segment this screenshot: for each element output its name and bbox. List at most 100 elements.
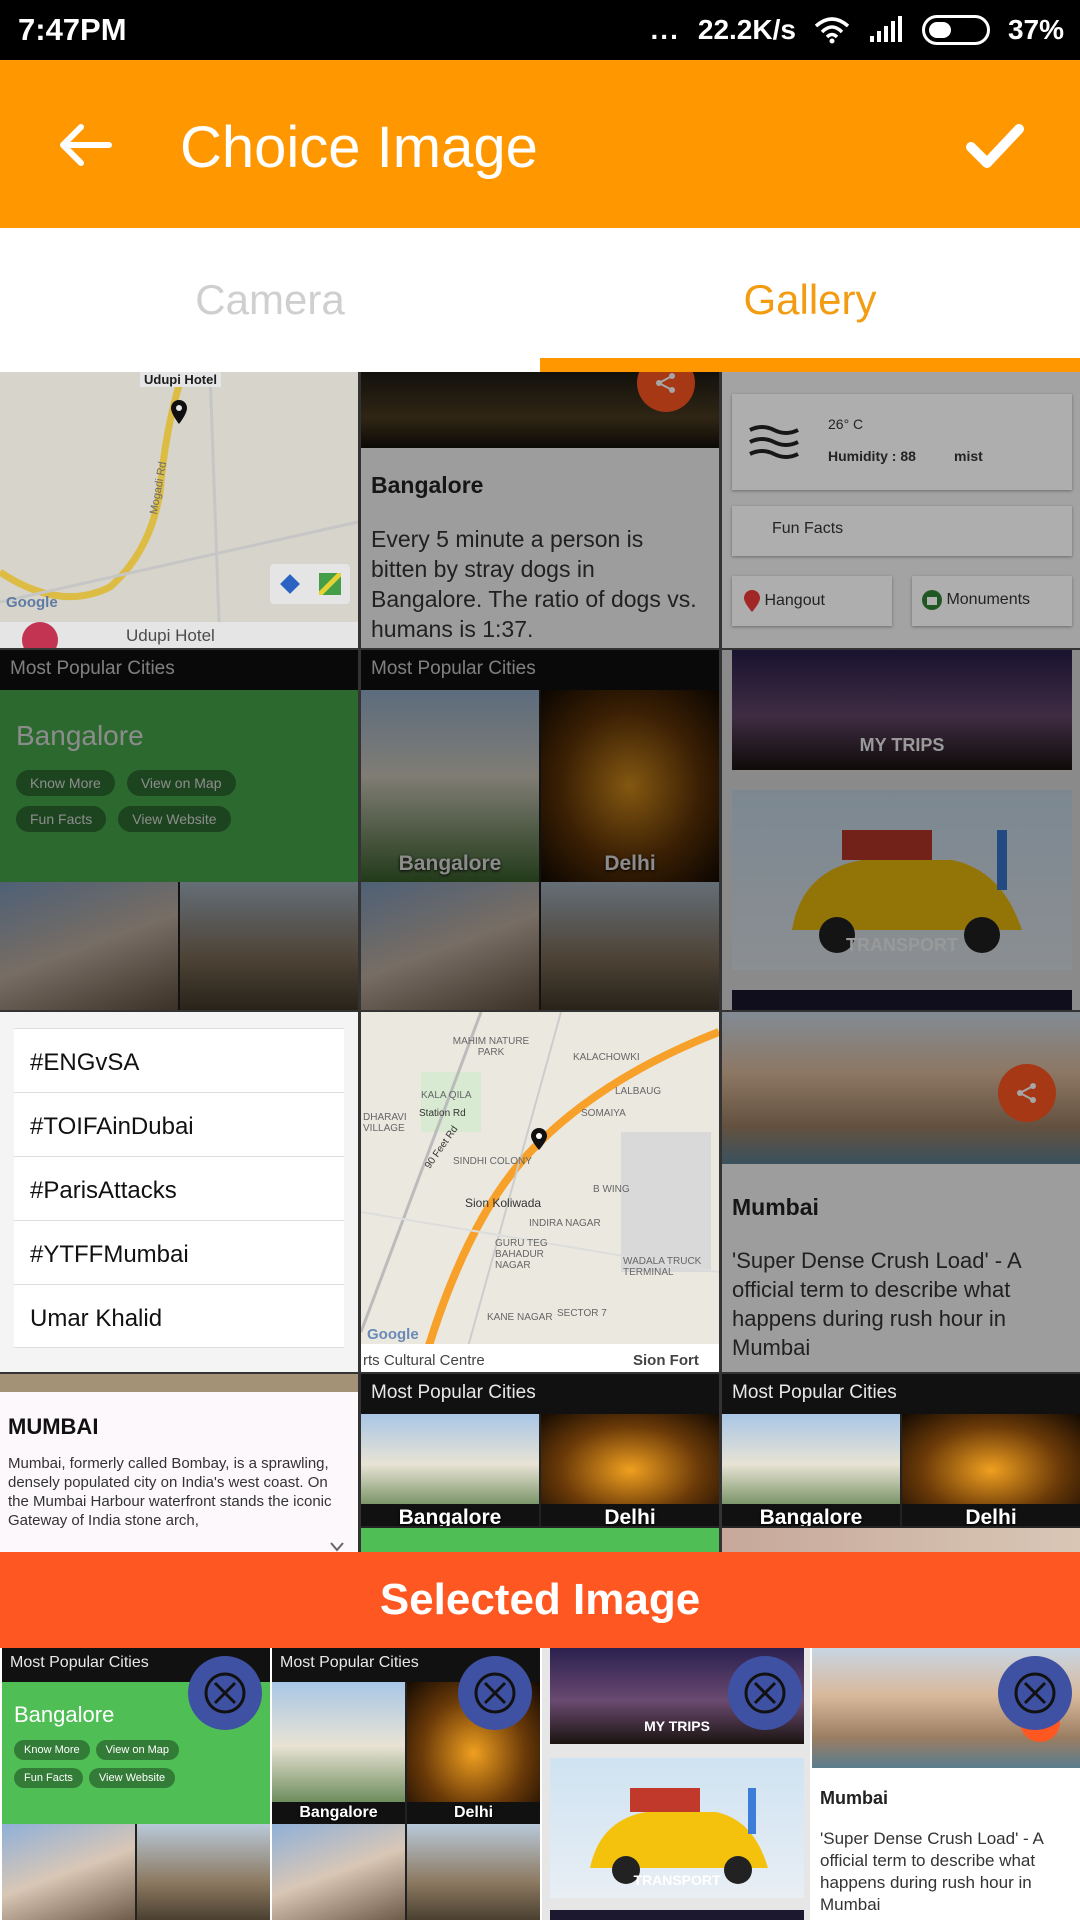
selected-item-popular-cities[interactable]: Most Popular Cities Bangalore Delhi xyxy=(272,1648,540,1920)
close-icon xyxy=(204,1672,246,1714)
map-label: LALBAUG xyxy=(615,1086,662,1097)
transport-tile: TRANSPORT xyxy=(550,1758,804,1898)
map-label: Station Rd xyxy=(419,1108,466,1119)
delhi-photo: Delhi xyxy=(902,1414,1080,1526)
status-bar: 7:47PM ... 22.2K/s 37% xyxy=(0,0,1080,60)
bangalore-photo: Bangalore xyxy=(361,1414,539,1526)
view-website-chip[interactable]: View Website xyxy=(88,1768,176,1788)
fact-text: 'Super Dense Crush Load' - A official te… xyxy=(820,1829,1043,1914)
status-icons: ... 22.2K/s 37% xyxy=(651,12,1064,48)
delhi-caption: Delhi xyxy=(407,1802,540,1824)
confirm-button[interactable] xyxy=(950,100,1040,190)
selected-item-trips[interactable]: MY TRIPS TRANSPORT xyxy=(542,1648,810,1920)
fact-title: Mumbai xyxy=(820,1788,889,1808)
remove-selected-button[interactable] xyxy=(458,1656,532,1730)
signal-icon xyxy=(869,16,902,42)
list-item: #ENGvSA xyxy=(14,1028,344,1092)
info-text: Mumbai, formerly called Bombay, is a spr… xyxy=(8,1455,332,1529)
map-label: DHARAVI VILLAGE xyxy=(363,1112,407,1134)
page-title: Choice Image xyxy=(180,115,538,180)
gallery-item-mumbai-fact[interactable]: Mumbai 'Super Dense Crush Load' - A offi… xyxy=(722,1012,1080,1372)
tab-bar: Camera Gallery xyxy=(0,228,1080,372)
list-item: #TOIFAinDubai xyxy=(14,1092,344,1156)
delhi-caption: Delhi xyxy=(541,1504,719,1526)
list-item: #YTFFMumbai xyxy=(14,1220,344,1284)
bangalore-caption: Bangalore xyxy=(272,1802,405,1824)
view-on-map-chip[interactable]: View on Map xyxy=(95,1740,180,1760)
remove-selected-button[interactable] xyxy=(188,1656,262,1730)
temple-strip xyxy=(722,1528,1080,1552)
map-place-left: rts Cultural Centre xyxy=(363,1352,485,1369)
arrow-back-icon xyxy=(60,124,112,166)
remove-selected-button[interactable] xyxy=(728,1656,802,1730)
network-speed: 22.2K/s xyxy=(697,14,796,45)
green-strip xyxy=(361,1528,719,1552)
map-label: KALA QILA xyxy=(421,1090,472,1101)
bangalore-caption: Bangalore xyxy=(722,1504,900,1526)
gallery-item-popular-city-card[interactable]: Most Popular Cities Bangalore Know More … xyxy=(0,650,358,1010)
gateway-photo xyxy=(407,1824,540,1920)
dim-overlay xyxy=(0,372,358,648)
battery-percent: 37% xyxy=(1007,14,1064,45)
trending-list: #ENGvSA #TOIFAinDubai #ParisAttacks #YTF… xyxy=(14,1028,344,1348)
chevron-down-icon[interactable] xyxy=(330,1542,344,1552)
popular-header: Most Popular Cities xyxy=(361,1374,719,1414)
gallery-item-popular-cities-3[interactable]: Most Popular Cities Bangalore Delhi xyxy=(722,1374,1080,1552)
map-label: GURU TEG BAHADUR NAGAR xyxy=(495,1238,548,1271)
tab-gallery[interactable]: Gallery xyxy=(540,228,1080,372)
gallery-item-trending[interactable]: #ENGvSA #TOIFAinDubai #ParisAttacks #YTF… xyxy=(0,1012,358,1372)
dim-overlay xyxy=(722,372,1080,648)
gallery-item-popular-cities-2[interactable]: Most Popular Cities Bangalore Delhi xyxy=(361,1374,719,1552)
know-more-chip[interactable]: Know More xyxy=(14,1740,90,1760)
dim-overlay xyxy=(361,372,719,648)
dim-overlay xyxy=(0,650,358,1010)
map-label: SINDHI COLONY xyxy=(453,1156,532,1167)
selected-images-strip: Most Popular Cities Bangalore Know More … xyxy=(0,1648,1080,1920)
gallery-item-trips[interactable]: MY TRIPS TRANSPORT xyxy=(722,650,1080,1010)
temple-photo xyxy=(2,1824,135,1920)
gallery-grid: Udupi Hotel Mogadi Rd Google Udupi Hotel… xyxy=(0,372,1080,1552)
temple-photo xyxy=(272,1824,405,1920)
gallery-item-map[interactable]: Udupi Hotel Mogadi Rd Google Udupi Hotel xyxy=(0,372,358,648)
gallery-item-weather[interactable]: 26° C Humidity : 88 mist Fun Facts Hango… xyxy=(722,372,1080,648)
photo-strip xyxy=(0,1374,358,1392)
back-button[interactable] xyxy=(40,100,130,190)
status-time: 7:47PM xyxy=(18,12,127,47)
selected-item-popular-city-card[interactable]: Most Popular Cities Bangalore Know More … xyxy=(2,1648,270,1920)
tab-camera[interactable]: Camera xyxy=(0,228,540,372)
selected-image-banner: Selected Image xyxy=(0,1552,1080,1648)
gallery-item-popular-cities[interactable]: Most Popular Cities Bangalore Delhi xyxy=(361,650,719,1010)
map-label: SOMAIYA xyxy=(581,1108,626,1119)
list-item: Umar Khalid xyxy=(14,1284,344,1348)
selected-item-mumbai-fact[interactable]: Mumbai 'Super Dense Crush Load' - A offi… xyxy=(812,1648,1080,1920)
map-label: Sion Koliwada xyxy=(465,1196,542,1210)
close-icon xyxy=(1014,1672,1056,1714)
fun-facts-chip[interactable]: Fun Facts xyxy=(14,1768,83,1788)
delhi-caption: Delhi xyxy=(902,1504,1080,1526)
bangalore-photo: Bangalore xyxy=(722,1414,900,1526)
map-label: B WING xyxy=(593,1184,630,1195)
battery-icon xyxy=(921,15,990,45)
tab-indicator xyxy=(540,358,1080,372)
gallery-item-bangalore-fact[interactable]: Bangalore Every 5 minute a person is bit… xyxy=(361,372,719,648)
remove-selected-button[interactable] xyxy=(998,1656,1072,1730)
info-title: MUMBAI xyxy=(8,1414,99,1439)
check-icon xyxy=(966,124,1024,168)
map-label: SECTOR 7 xyxy=(557,1308,607,1319)
next-tile-edge xyxy=(550,1910,804,1920)
map-label: KALACHOWKI xyxy=(573,1052,640,1063)
close-icon xyxy=(744,1672,786,1714)
dim-overlay xyxy=(722,1012,1080,1372)
wifi-icon xyxy=(814,17,850,44)
bangalore-caption: Bangalore xyxy=(361,1504,539,1526)
map-place-right: Sion Fort xyxy=(633,1352,699,1369)
transport-label: TRANSPORT xyxy=(633,1872,721,1888)
gallery-item-mumbai-info[interactable]: MUMBAI Mumbai, formerly called Bombay, i… xyxy=(0,1374,358,1552)
bangalore-photo: Bangalore xyxy=(272,1682,405,1824)
dim-overlay xyxy=(361,650,719,1010)
delhi-photo: Delhi xyxy=(541,1414,719,1526)
more-dots: ... xyxy=(650,14,680,45)
map-label: WADALA TRUCK TERMINAL xyxy=(623,1256,702,1278)
gallery-item-map-2[interactable]: MAHIM NATURE PARK KALACHOWKI KALA QILA L… xyxy=(361,1012,719,1372)
popular-header: Most Popular Cities xyxy=(722,1374,1080,1414)
